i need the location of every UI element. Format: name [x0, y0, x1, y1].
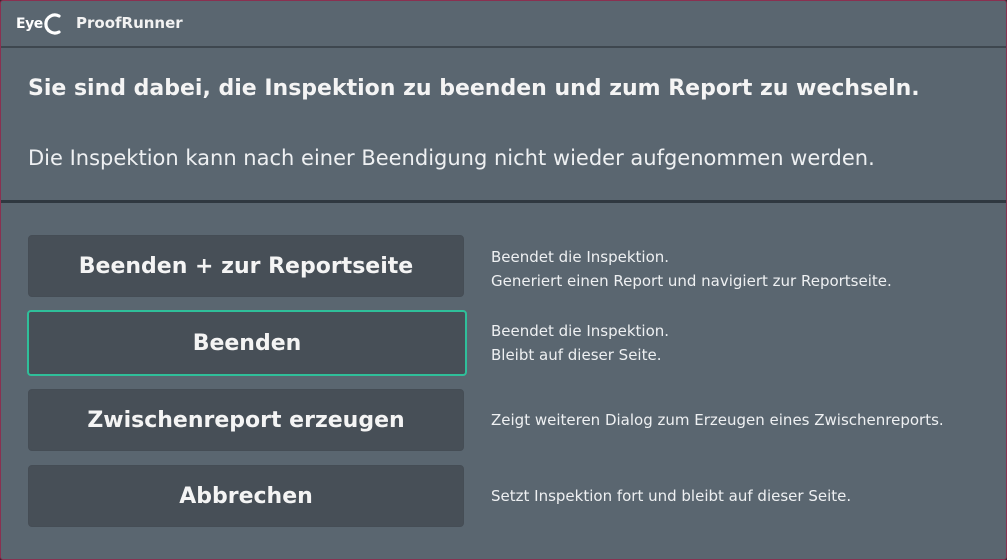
description-line: Bleibt auf dieser Seite.: [491, 346, 662, 364]
description-line: Zeigt weiteren Dialog zum Erzeugen eines…: [491, 411, 944, 429]
end-and-report-description: Beendet die Inspektion. Generiert einen …: [491, 245, 892, 293]
title-bar: Eye ProofRunner: [1, 1, 1006, 48]
description-line: Setzt Inspektion fort und bleibt auf die…: [491, 487, 852, 505]
interim-report-button[interactable]: Zwischenreport erzeugen: [28, 389, 464, 451]
end-and-report-button[interactable]: Beenden + zur Reportseite: [28, 235, 464, 297]
app-title: ProofRunner: [76, 14, 183, 32]
interim-report-description: Zeigt weiteren Dialog zum Erzeugen eines…: [491, 408, 944, 432]
end-description: Beendet die Inspektion. Bleibt auf diese…: [491, 319, 669, 367]
dialog-subheading: Die Inspektion kann nach einer Beendigun…: [28, 146, 875, 170]
description-line: Generiert einen Report und navigiert zur…: [491, 272, 892, 290]
cancel-description: Setzt Inspektion fort und bleibt auf die…: [491, 484, 851, 508]
dialog-heading: Sie sind dabei, die Inspektion zu beende…: [28, 76, 920, 101]
eyec-logo: Eye: [16, 10, 62, 38]
logo-c-icon: [44, 13, 61, 35]
description-line: Beendet die Inspektion.: [491, 248, 670, 266]
end-inspection-dialog: Eye ProofRunner Sie sind dabei, die Insp…: [0, 0, 1007, 560]
description-line: Beendet die Inspektion.: [491, 322, 670, 340]
logo-text: Eye: [16, 16, 43, 32]
dialog-header: Sie sind dabei, die Inspektion zu beende…: [1, 48, 1006, 203]
end-button[interactable]: Beenden: [27, 310, 467, 376]
cancel-button[interactable]: Abbrechen: [28, 465, 464, 527]
